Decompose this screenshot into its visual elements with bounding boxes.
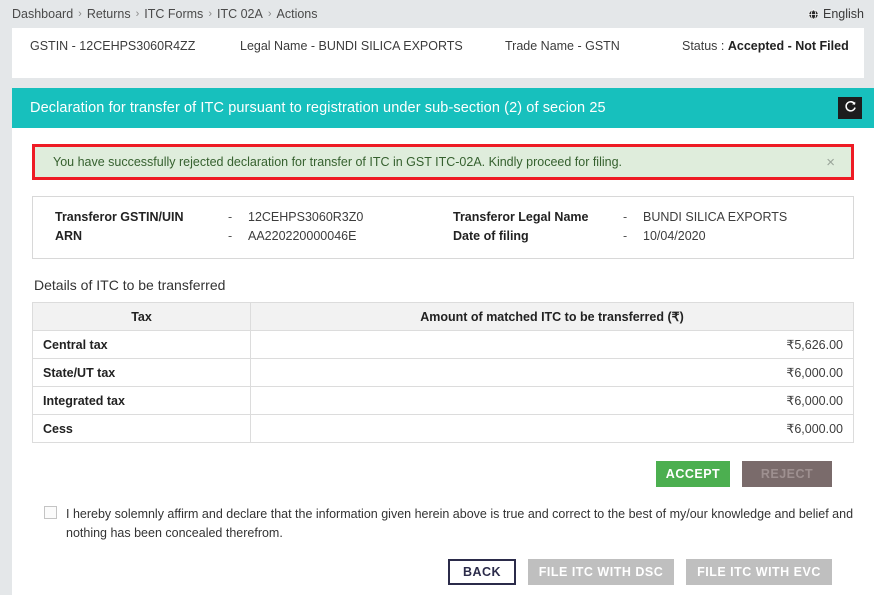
- top-bar: Dashboard › Returns › ITC Forms › ITC 02…: [0, 0, 874, 28]
- transferor-gstin-label: Transferor GSTIN/UIN: [55, 210, 184, 224]
- taxpayer-legal-name: Legal Name - BUNDI SILICA EXPORTS: [240, 39, 463, 53]
- column-header-tax: Tax: [32, 302, 251, 331]
- band-wrap: Declaration for transfer of ITC pursuant…: [0, 88, 874, 128]
- cell-tax: Cess: [32, 414, 251, 443]
- breadcrumb-item-returns[interactable]: Returns: [87, 7, 131, 21]
- cell-amount: ₹6,000.00: [250, 386, 854, 415]
- breadcrumb-separator: ›: [78, 8, 82, 20]
- breadcrumb-item-itc-forms[interactable]: ITC Forms: [144, 7, 203, 21]
- cell-amount: ₹5,626.00: [250, 330, 854, 359]
- breadcrumb-item-dashboard[interactable]: Dashboard: [12, 7, 73, 21]
- transferor-row: ARN - AA220220000046E Date of filing - 1…: [33, 227, 853, 246]
- back-button[interactable]: BACK: [448, 559, 516, 585]
- status-badge: Accepted - Not Filed: [727, 39, 849, 53]
- cell-tax: Central tax: [32, 330, 251, 359]
- section-title: Details of ITC to be transferred: [34, 277, 226, 293]
- language-selector[interactable]: English: [808, 7, 864, 21]
- breadcrumb-item-actions[interactable]: Actions: [277, 7, 318, 21]
- accept-reject-row: ACCEPT REJECT: [32, 461, 854, 487]
- reject-button: REJECT: [742, 461, 832, 487]
- file-itc-evc-button: FILE ITC WITH EVC: [686, 559, 832, 585]
- cell-tax: State/UT tax: [32, 358, 251, 387]
- table-row: Integrated tax ₹6,000.00: [32, 386, 854, 415]
- taxpayer-strip: GSTIN - 12CEHPS3060R4ZZ Legal Name - BUN…: [12, 28, 864, 78]
- arn-label: ARN: [55, 229, 83, 243]
- alert-message: You have successfully rejected declarati…: [53, 155, 623, 169]
- declaration-band: Declaration for transfer of ITC pursuant…: [12, 88, 874, 128]
- taxpayer-gstin: GSTIN - 12CEHPS3060R4ZZ: [30, 39, 196, 53]
- refresh-button[interactable]: [838, 97, 862, 119]
- itc-table: Tax Amount of matched ITC to be transfer…: [32, 302, 854, 443]
- transferor-gstin-dash: -: [228, 210, 233, 224]
- column-header-amount: Amount of matched ITC to be transferred …: [250, 302, 854, 331]
- taxpayer-trade-name: Trade Name - GSTN: [505, 39, 620, 53]
- taxpayer-strip-wrap: GSTIN - 12CEHPS3060R4ZZ Legal Name - BUN…: [0, 28, 874, 78]
- transferor-legal-name-dash: -: [623, 210, 628, 224]
- declaration-checkbox[interactable]: [44, 506, 57, 519]
- date-of-filing-value: 10/04/2020: [643, 229, 706, 243]
- declaration-label: I hereby solemnly affirm and declare tha…: [66, 507, 854, 540]
- file-itc-dsc-button: FILE ITC WITH DSC: [528, 559, 674, 585]
- breadcrumb-item-itc-02a[interactable]: ITC 02A: [217, 7, 263, 21]
- transferor-legal-name-value: BUNDI SILICA EXPORTS: [643, 210, 788, 224]
- taxpayer-status: Status : Accepted - Not Filed: [680, 39, 864, 54]
- transferor-gstin-value: 12CEHPS3060R3Z0: [248, 210, 364, 224]
- table-row: Cess ₹6,000.00: [32, 414, 854, 443]
- transferor-legal-name-label: Transferor Legal Name: [453, 210, 589, 224]
- itc-table-head: Tax Amount of matched ITC to be transfer…: [32, 302, 854, 331]
- itc-table-body: Central tax ₹5,626.00 State/UT tax ₹6,00…: [32, 330, 854, 443]
- status-label: Status :: [682, 39, 728, 53]
- close-icon[interactable]: ×: [824, 155, 837, 170]
- table-header-row: Tax Amount of matched ITC to be transfer…: [32, 302, 854, 331]
- breadcrumb-separator: ›: [135, 8, 140, 20]
- transferor-details-box: Transferor GSTIN/UIN - 12CEHPS3060R3Z0 T…: [32, 196, 854, 259]
- globe-icon: [808, 8, 819, 20]
- cell-amount: ₹6,000.00: [250, 414, 854, 443]
- page-root: Dashboard › Returns › ITC Forms › ITC 02…: [0, 0, 874, 595]
- content-panel: You have successfully rejected declarati…: [12, 128, 874, 595]
- table-row: Central tax ₹5,626.00: [32, 330, 854, 359]
- transferor-row: Transferor GSTIN/UIN - 12CEHPS3060R3Z0 T…: [33, 208, 853, 227]
- arn-value: AA220220000046E: [248, 229, 357, 243]
- cell-amount: ₹6,000.00: [250, 358, 854, 387]
- declaration-row: I hereby solemnly affirm and declare tha…: [32, 505, 854, 543]
- language-label: English: [823, 7, 864, 21]
- breadcrumb: Dashboard › Returns › ITC Forms › ITC 02…: [12, 7, 318, 21]
- breadcrumb-separator: ›: [208, 8, 212, 20]
- page-title: Declaration for transfer of ITC pursuant…: [30, 100, 606, 116]
- success-alert: You have successfully rejected declarati…: [32, 144, 854, 180]
- accept-button[interactable]: ACCEPT: [656, 461, 730, 487]
- refresh-icon: [844, 100, 857, 116]
- arn-dash: -: [228, 229, 233, 243]
- cell-tax: Integrated tax: [32, 386, 251, 415]
- table-row: State/UT tax ₹6,000.00: [32, 358, 854, 387]
- footer-button-row: BACK FILE ITC WITH DSC FILE ITC WITH EVC: [32, 559, 854, 585]
- date-of-filing-label: Date of filing: [453, 229, 529, 243]
- date-of-filing-dash: -: [623, 229, 628, 243]
- breadcrumb-separator: ›: [267, 8, 272, 20]
